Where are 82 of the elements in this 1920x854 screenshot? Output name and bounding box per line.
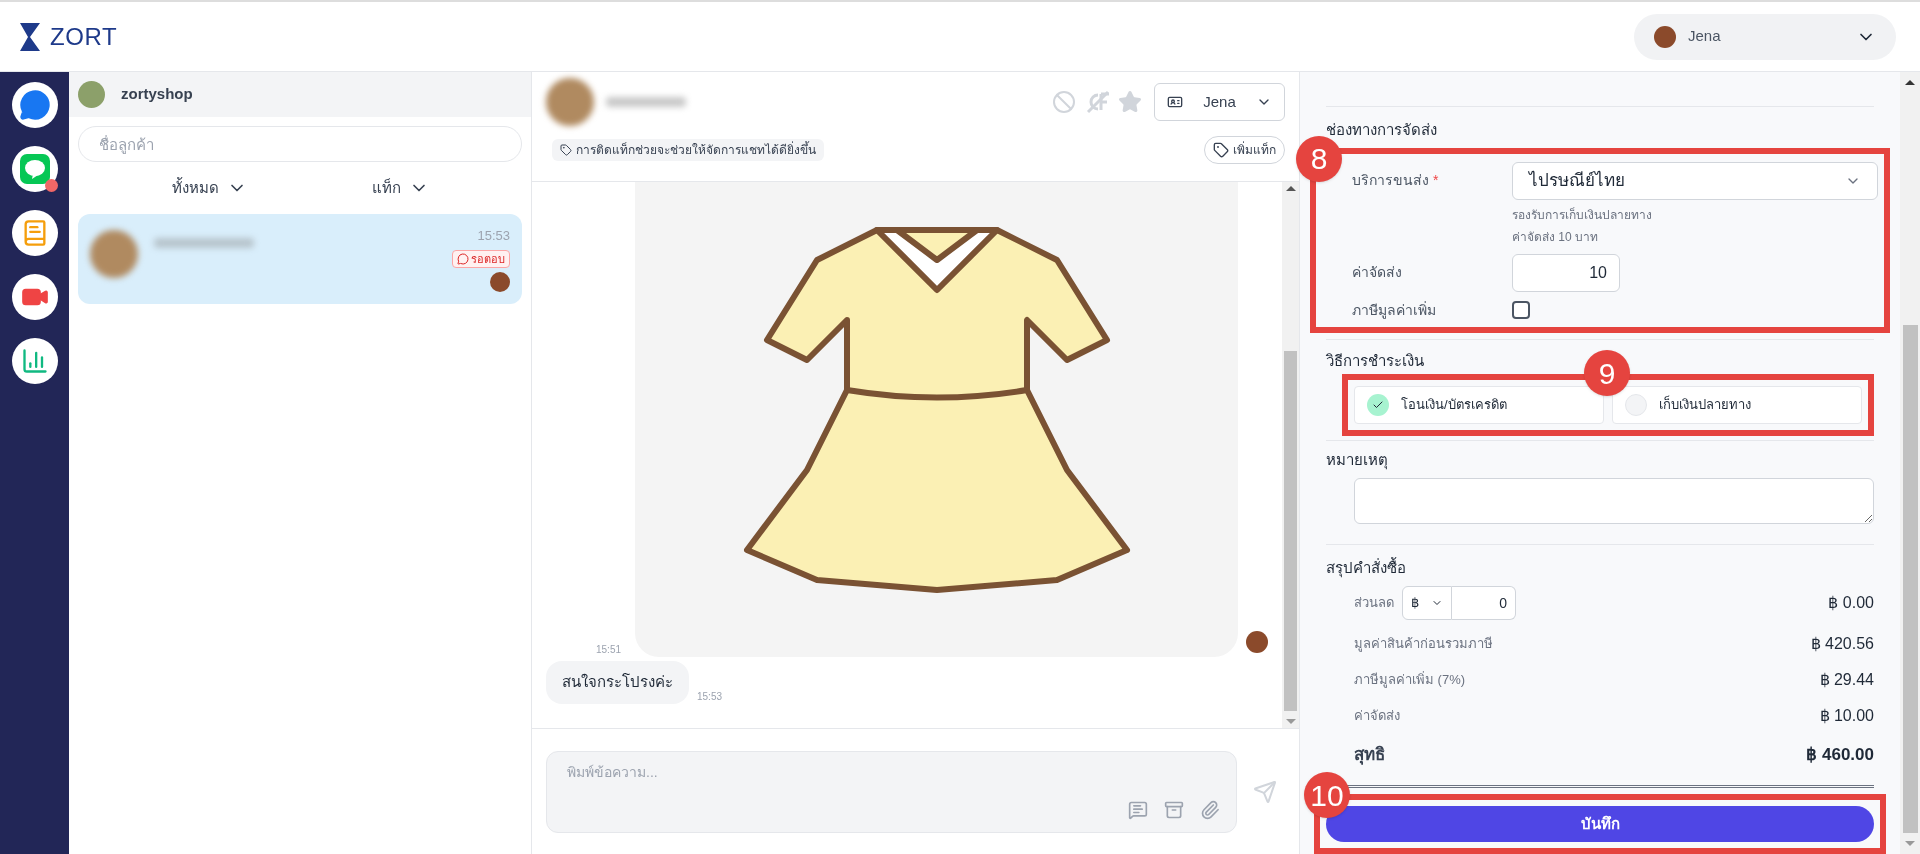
scroll-down-icon[interactable]: [1285, 719, 1296, 724]
filter-dropdown[interactable]: ทั้งหมด: [171, 176, 247, 200]
total-amount: ฿ 460.00: [1806, 743, 1874, 766]
id-card-icon: [1167, 94, 1183, 110]
archive-icon[interactable]: [1164, 799, 1184, 820]
paperclip-icon[interactable]: [1200, 799, 1220, 820]
message-input[interactable]: พิมพ์ข้อความ...: [547, 751, 1236, 792]
message-composer[interactable]: พิมพ์ข้อความ...: [546, 750, 1237, 833]
step-number-badge: 9: [1584, 350, 1630, 396]
payment-option[interactable]: เก็บเงินปลายทาง: [1612, 386, 1862, 424]
avatar-icon: [1654, 25, 1676, 48]
check-icon: [1372, 399, 1384, 411]
section-title: วิธีการชำระเงิน: [1326, 350, 1425, 371]
radio-indicator: [1625, 394, 1647, 416]
status-tag: รอตอบ: [452, 249, 510, 268]
conversation-item[interactable]: 15:53 รอตอบ: [78, 214, 522, 304]
scrollbar[interactable]: [1282, 182, 1299, 728]
message-time: 15:53: [697, 689, 723, 704]
field-label: ค่าจัดส่ง: [1352, 263, 1403, 282]
carrier-select[interactable]: ไปรษณีย์ไทย: [1512, 161, 1878, 200]
summary-label: ค่าจัดส่ง: [1354, 707, 1400, 726]
block-icon[interactable]: [1052, 90, 1076, 114]
agent-avatar: [1246, 631, 1268, 653]
filter-dropdown[interactable]: แท็ก: [371, 176, 429, 200]
user-menu[interactable]: Jena: [1634, 13, 1896, 60]
vat-checkbox[interactable]: [1512, 301, 1530, 319]
carrier-note: รองรับการเก็บเงินปลายทาง: [1512, 206, 1653, 224]
chat-bubble-icon: [19, 154, 50, 184]
channel-button[interactable]: [11, 274, 58, 320]
step-number-badge: 10: [1304, 772, 1350, 818]
channel-button[interactable]: [11, 338, 58, 384]
summary-amount: ฿ 0.00: [1828, 592, 1874, 613]
channel-button[interactable]: [11, 82, 58, 128]
channel-button[interactable]: [11, 210, 58, 256]
message-time: 15:51: [596, 643, 622, 657]
total-label: สุทธิ: [1354, 743, 1385, 767]
remarks-field[interactable]: [1354, 477, 1874, 525]
assignee-dropdown[interactable]: Jena: [1154, 83, 1285, 121]
quick-reply-icon[interactable]: [1128, 799, 1148, 820]
send-icon[interactable]: [1253, 779, 1277, 804]
scroll-up-icon[interactable]: [1905, 80, 1915, 85]
crossed-out-icon[interactable]: [1084, 90, 1110, 114]
message-bubble: สนใจกระโปรงค่ะ: [546, 661, 689, 704]
logo-icon: [18, 20, 42, 53]
search-field[interactable]: ชื่อลูกค้า: [78, 126, 522, 162]
summary-amount: ฿ 10.00: [1819, 705, 1874, 726]
summary-amount: ฿ 29.44: [1819, 669, 1874, 690]
scroll-up-icon[interactable]: [1285, 186, 1296, 191]
carrier-note: ค่าจัดส่ง 10 บาท: [1512, 228, 1599, 246]
field-label: บริการขนส่ง: [1352, 172, 1429, 188]
section-title: หมายเหตุ: [1326, 450, 1389, 472]
tag-hint: การติดแท็กช่วยจะช่วยให้จัดการแชทได้ดียิ่งขึ้น: [552, 139, 824, 161]
discount-field[interactable]: 0: [1452, 585, 1516, 620]
scrollbar[interactable]: [1900, 72, 1920, 854]
tag-icon: [1213, 142, 1229, 158]
blurred-avatar: [546, 78, 594, 126]
summary-amount: ฿ 420.56: [1810, 633, 1874, 654]
conversation-time: 15:53: [477, 227, 510, 245]
step-number-badge: 8: [1296, 135, 1342, 182]
shop-name: zortyshop: [121, 84, 193, 105]
discount-unit-select[interactable]: ฿: [1402, 585, 1452, 620]
chat-bubble-icon: [457, 252, 469, 265]
tag-icon: [560, 144, 572, 156]
summary-label: ภาษีมูลค่าเพิ่ม (7%): [1354, 670, 1466, 690]
save-button[interactable]: บันทึก: [1326, 806, 1874, 842]
shipping-fee-field[interactable]: 10: [1512, 253, 1620, 292]
image-message[interactable]: [635, 182, 1238, 657]
payment-option[interactable]: โอนเงิน/บัตรเครดิต: [1354, 386, 1604, 424]
scroll-down-icon[interactable]: [1905, 841, 1915, 846]
summary-label: มูลค่าสินค้าก่อนรวมภาษี: [1354, 635, 1493, 654]
star-icon[interactable]: [1118, 90, 1142, 114]
agent-avatar: [490, 272, 510, 292]
blurred-avatar: [90, 230, 138, 278]
required-mark: *: [1432, 172, 1439, 188]
messenger-icon: [18, 89, 51, 121]
field-label: ภาษีมูลค่าเพิ่ม: [1352, 300, 1437, 321]
section-title: สรุปคำสั่งซื้อ: [1326, 557, 1407, 580]
bar-chart-icon: [20, 347, 49, 375]
shop-avatar: [78, 81, 105, 108]
logo-text: ZORT: [50, 21, 118, 52]
channel-button[interactable]: [11, 146, 58, 192]
summary-label: ส่วนลด: [1354, 594, 1394, 613]
